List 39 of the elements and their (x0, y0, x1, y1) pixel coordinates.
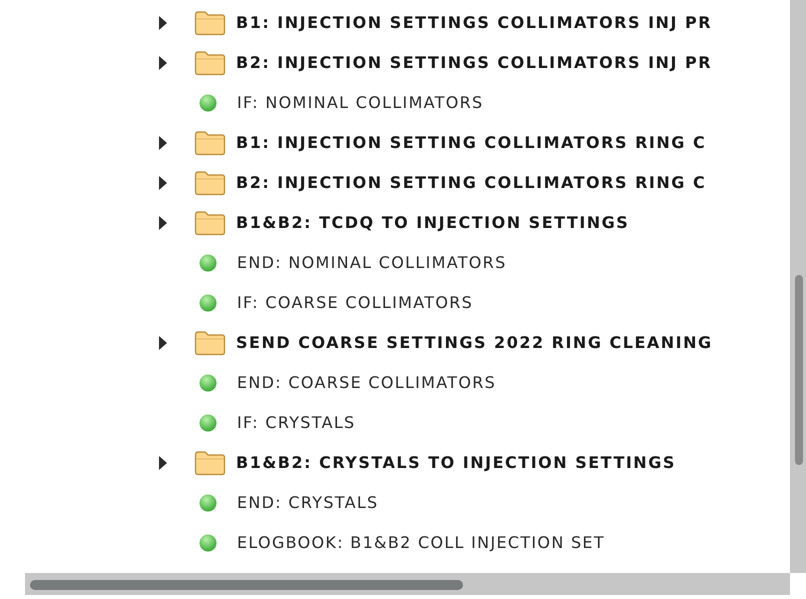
status-dot-icon (199, 414, 217, 432)
folder-label[interactable]: B1&B2: CRYSTALS TO INJECTION SETTINGS (236, 451, 676, 475)
status-dot-icon (199, 254, 217, 272)
status-dot-icon (199, 294, 217, 312)
expander-icon[interactable] (158, 176, 168, 190)
folder-label[interactable]: B2: INJECTION SETTINGS COLLIMATORS INJ PR (236, 51, 712, 75)
folder-icon (194, 130, 226, 156)
status-dot-icon (199, 94, 217, 112)
expander-icon[interactable] (158, 16, 168, 30)
expander-icon[interactable] (158, 56, 168, 70)
status-dot-icon (199, 494, 217, 512)
scrollbar-thumb[interactable] (30, 580, 463, 590)
folder-label[interactable]: B1&B2: TCDQ TO INJECTION SETTINGS (236, 211, 630, 235)
folder-label[interactable]: SEND COARSE SETTINGS 2022 RING CLEANING (236, 331, 713, 355)
folder-icon (194, 50, 226, 76)
folder-icon (194, 210, 226, 236)
step-label[interactable]: ELOGBOOK: B1&B2 COLL INJECTION SET (237, 531, 605, 555)
folder-icon (194, 450, 226, 476)
step-label[interactable]: END: COARSE COLLIMATORS (237, 371, 496, 395)
expander-icon[interactable] (158, 216, 168, 230)
folder-icon (194, 330, 226, 356)
step-label[interactable]: IF: CRYSTALS (237, 411, 356, 435)
scrollbar-thumb[interactable] (795, 275, 803, 465)
status-dot-icon (199, 534, 217, 552)
step-label[interactable]: END: NOMINAL COLLIMATORS (237, 251, 507, 275)
folder-label[interactable]: B1: INJECTION SETTINGS COLLIMATORS INJ PR (236, 11, 712, 35)
step-label[interactable]: END: CRYSTALS (237, 491, 379, 515)
vertical-scrollbar[interactable] (790, 0, 806, 573)
expander-icon[interactable] (158, 456, 168, 470)
step-label[interactable]: IF: COARSE COLLIMATORS (237, 291, 474, 315)
expander-icon[interactable] (158, 136, 168, 150)
horizontal-scrollbar[interactable] (25, 573, 790, 595)
folder-icon (194, 10, 226, 36)
folder-icon (194, 170, 226, 196)
expander-icon[interactable] (158, 336, 168, 350)
folder-label[interactable]: B2: INJECTION SETTING COLLIMATORS RING C (236, 171, 706, 195)
folder-label[interactable]: B1: INJECTION SETTING COLLIMATORS RING C (236, 131, 706, 155)
status-dot-icon (199, 374, 217, 392)
step-label[interactable]: IF: NOMINAL COLLIMATORS (237, 91, 484, 115)
